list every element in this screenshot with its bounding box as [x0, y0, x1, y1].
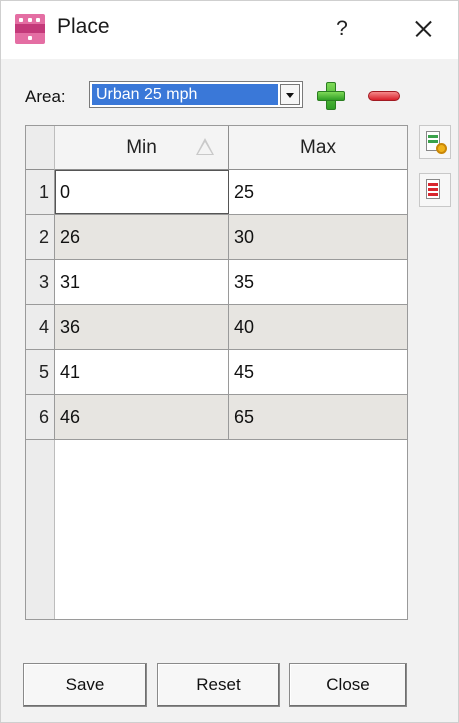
row-number: 3 [26, 260, 55, 304]
save-button[interactable]: Save [23, 663, 147, 707]
help-button[interactable]: ? [325, 11, 359, 47]
close-button[interactable]: Close [289, 663, 407, 707]
title-bar: Place ? [1, 1, 458, 59]
max-cell[interactable]: 25 [229, 170, 407, 214]
row-number: 1 [26, 170, 55, 214]
area-label: Area: [25, 87, 66, 106]
reset-button[interactable]: Reset [157, 663, 280, 707]
row-number: 6 [26, 395, 55, 439]
document-red-icon [426, 179, 440, 199]
area-select[interactable]: Urban 25 mph [89, 81, 303, 108]
table-row[interactable]: 2 26 30 [26, 215, 407, 260]
table-row[interactable]: 6 46 65 [26, 395, 407, 440]
minus-icon [368, 91, 400, 101]
max-cell[interactable]: 35 [229, 260, 407, 304]
max-cell[interactable]: 65 [229, 395, 407, 439]
min-cell[interactable]: 41 [55, 350, 229, 394]
range-table: Min Max 1 0 25 2 26 30 3 31 35 4 36 40 5… [25, 125, 408, 620]
table-row[interactable]: 4 36 40 [26, 305, 407, 350]
column-header-min[interactable]: Min [55, 126, 229, 170]
table-row[interactable]: 5 41 45 [26, 350, 407, 395]
table-row[interactable]: 3 31 35 [26, 260, 407, 305]
area-selected-value: Urban 25 mph [92, 84, 278, 105]
row-number: 5 [26, 350, 55, 394]
row-number: 2 [26, 215, 55, 259]
column-header-max[interactable]: Max [229, 126, 407, 170]
add-area-button[interactable] [312, 79, 350, 113]
app-logo-icon [15, 14, 45, 44]
min-cell[interactable]: 36 [55, 305, 229, 349]
add-row-button[interactable] [419, 125, 451, 159]
place-dialog: Place ? Area: Urban 25 mph Min Max 1 0 2… [0, 0, 459, 723]
close-icon[interactable] [405, 11, 441, 47]
sort-ascending-icon [195, 137, 215, 157]
table-corner [26, 126, 55, 170]
min-cell[interactable]: 31 [55, 260, 229, 304]
min-cell[interactable]: 26 [55, 215, 229, 259]
min-cell[interactable]: 0 [55, 170, 229, 214]
max-cell[interactable]: 30 [229, 215, 407, 259]
window-title: Place [57, 15, 110, 38]
min-cell[interactable]: 46 [55, 395, 229, 439]
max-cell[interactable]: 40 [229, 305, 407, 349]
delete-row-button[interactable] [419, 173, 451, 207]
max-cell[interactable]: 45 [229, 350, 407, 394]
row-number: 4 [26, 305, 55, 349]
table-row[interactable]: 1 0 25 [26, 170, 407, 215]
remove-area-button[interactable] [364, 79, 404, 113]
chevron-down-icon[interactable] [280, 84, 300, 105]
